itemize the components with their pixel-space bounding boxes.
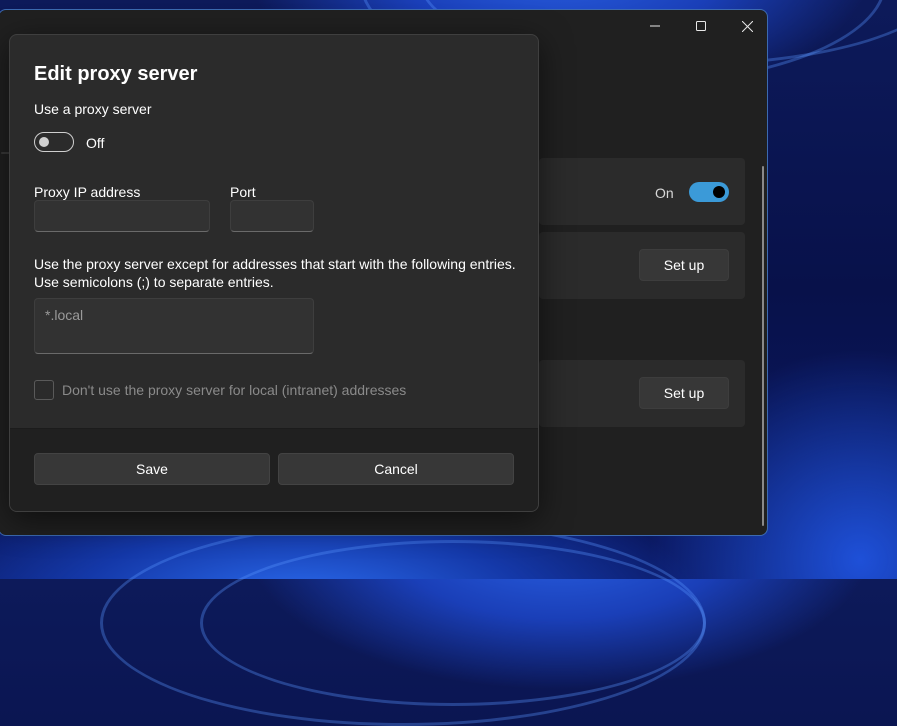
maximize-button[interactable] <box>678 10 724 42</box>
cancel-button[interactable]: Cancel <box>278 453 514 485</box>
minimize-button[interactable] <box>632 10 678 42</box>
manual-proxy-card: Set up <box>539 360 745 427</box>
port-input[interactable] <box>230 200 314 232</box>
local-addresses-checkbox[interactable] <box>34 380 54 400</box>
toggle-knob <box>39 137 49 147</box>
exceptions-description-line2: Use semicolons (;) to separate entries. <box>34 274 274 290</box>
edit-proxy-dialog: Edit proxy server Use a proxy server Off… <box>9 34 539 512</box>
setup-script-card: Set up <box>539 232 745 299</box>
auto-detect-card: On <box>539 158 745 225</box>
maximize-icon <box>696 21 706 31</box>
dialog-title: Edit proxy server <box>34 63 198 85</box>
auto-detect-toggle[interactable] <box>689 182 729 202</box>
proxy-ip-input[interactable] <box>34 200 210 232</box>
close-button[interactable] <box>724 10 767 42</box>
use-proxy-toggle[interactable] <box>34 132 74 152</box>
toggle-knob <box>713 186 725 198</box>
use-proxy-label: Use a proxy server <box>34 101 152 117</box>
port-label: Port <box>230 184 256 200</box>
scrollbar[interactable] <box>762 166 764 526</box>
toggle-state-label: Off <box>86 135 105 151</box>
close-icon <box>741 20 753 32</box>
exceptions-textarea[interactable]: *.local <box>34 298 314 354</box>
exceptions-description-line1: Use the proxy server except for addresse… <box>34 256 516 272</box>
minimize-icon <box>650 25 660 27</box>
local-addresses-label: Don't use the proxy server for local (in… <box>62 382 407 398</box>
save-button[interactable]: Save <box>34 453 270 485</box>
auto-detect-toggle-label: On <box>655 185 674 201</box>
exceptions-placeholder: *.local <box>45 307 84 323</box>
manual-proxy-setup-button[interactable]: Set up <box>639 377 729 409</box>
dialog-footer: Save Cancel <box>10 428 538 511</box>
proxy-ip-label: Proxy IP address <box>34 184 141 200</box>
setup-script-button[interactable]: Set up <box>639 249 729 281</box>
